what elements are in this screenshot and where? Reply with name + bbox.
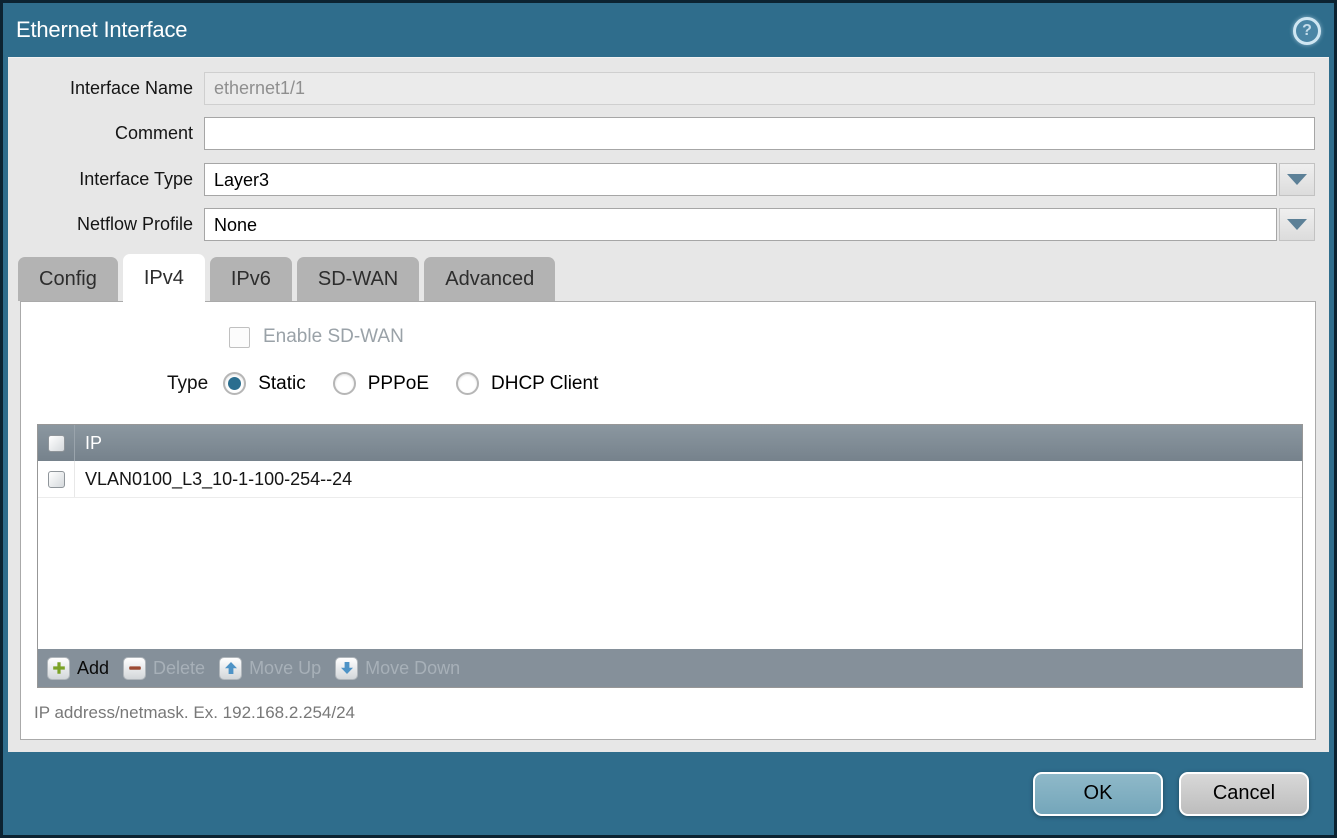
netflow-profile-row: Netflow Profile None (8, 208, 1315, 241)
add-button-label: Add (77, 658, 109, 679)
tab-ipv6[interactable]: IPv6 (210, 257, 292, 301)
interface-type-label: Interface Type (8, 169, 204, 190)
interface-type-row: Interface Type Layer3 (8, 163, 1315, 196)
type-radio-group: Type Static PPPoE DHCP Client (167, 372, 1315, 395)
ip-table: IP VLAN0100_L3_10-1-100-254--24 (37, 424, 1303, 688)
ip-column-header: IP (75, 425, 102, 461)
radio-static[interactable]: Static (223, 372, 306, 395)
tab-ipv4[interactable]: IPv4 (123, 254, 205, 302)
enable-sdwan-row: Enable SD-WAN (229, 326, 1315, 348)
arrow-up-icon (219, 657, 242, 680)
interface-name-label: Interface Name (8, 78, 204, 99)
radio-static-label: Static (258, 373, 306, 395)
radio-pppoe-label: PPPoE (368, 373, 429, 395)
tab-advanced[interactable]: Advanced (424, 257, 555, 301)
netflow-profile-label: Netflow Profile (8, 214, 204, 235)
chevron-down-icon (1287, 219, 1307, 230)
cancel-button[interactable]: Cancel (1179, 772, 1309, 816)
select-all-checkbox[interactable] (48, 435, 65, 452)
dialog-title: Ethernet Interface (16, 17, 187, 43)
netflow-profile-dropdown-button[interactable] (1279, 208, 1315, 241)
ip-cell: VLAN0100_L3_10-1-100-254--24 (75, 461, 352, 497)
radio-static-control[interactable] (223, 372, 246, 395)
move-up-button[interactable]: Move Up (219, 657, 321, 680)
enable-sdwan-label: Enable SD-WAN (263, 326, 404, 348)
move-down-button[interactable]: Move Down (335, 657, 460, 680)
help-icon[interactable]: ? (1293, 17, 1321, 45)
ip-table-toolbar: Add Delete Move Up (38, 649, 1302, 687)
dialog-titlebar: Ethernet Interface ? (3, 3, 1334, 57)
chevron-down-icon (1287, 174, 1307, 185)
dialog-content: Interface Name Comment Interface Type La… (8, 57, 1329, 752)
move-down-button-label: Move Down (365, 658, 460, 679)
tab-strip: Config IPv4 IPv6 SD-WAN Advanced (18, 253, 1329, 301)
radio-dhcp-client-control[interactable] (456, 372, 479, 395)
ip-table-header: IP (38, 425, 1302, 461)
ethernet-interface-dialog: Ethernet Interface ? Interface Name Comm… (0, 0, 1337, 838)
add-button[interactable]: Add (47, 657, 109, 680)
radio-pppoe[interactable]: PPPoE (333, 372, 429, 395)
radio-pppoe-control[interactable] (333, 372, 356, 395)
minus-icon (123, 657, 146, 680)
interface-type-select[interactable]: Layer3 (204, 163, 1277, 196)
interface-type-dropdown-button[interactable] (1279, 163, 1315, 196)
ok-button[interactable]: OK (1033, 772, 1163, 816)
tab-sdwan[interactable]: SD-WAN (297, 257, 419, 301)
plus-icon (47, 657, 70, 680)
hint-text: IP address/netmask. Ex. 192.168.2.254/24 (34, 703, 1315, 723)
move-up-button-label: Move Up (249, 658, 321, 679)
netflow-profile-select[interactable]: None (204, 208, 1277, 241)
ip-table-body: VLAN0100_L3_10-1-100-254--24 (38, 461, 1302, 649)
radio-dhcp-client-label: DHCP Client (491, 373, 598, 395)
delete-button-label: Delete (153, 658, 205, 679)
delete-button[interactable]: Delete (123, 657, 205, 680)
interface-name-row: Interface Name (8, 72, 1315, 105)
ipv4-tab-panel: Enable SD-WAN Type Static PPPoE DHCP Cli… (20, 301, 1316, 740)
type-label: Type (167, 373, 208, 395)
interface-name-input (204, 72, 1315, 105)
tab-config[interactable]: Config (18, 257, 118, 301)
dialog-footer: OK Cancel (3, 752, 1334, 835)
comment-row: Comment (8, 117, 1315, 150)
radio-dhcp-client[interactable]: DHCP Client (456, 372, 598, 395)
table-row[interactable]: VLAN0100_L3_10-1-100-254--24 (38, 461, 1302, 498)
comment-input[interactable] (204, 117, 1315, 150)
arrow-down-icon (335, 657, 358, 680)
row-checkbox[interactable] (48, 471, 65, 488)
comment-label: Comment (8, 123, 204, 144)
enable-sdwan-checkbox[interactable] (229, 327, 250, 348)
